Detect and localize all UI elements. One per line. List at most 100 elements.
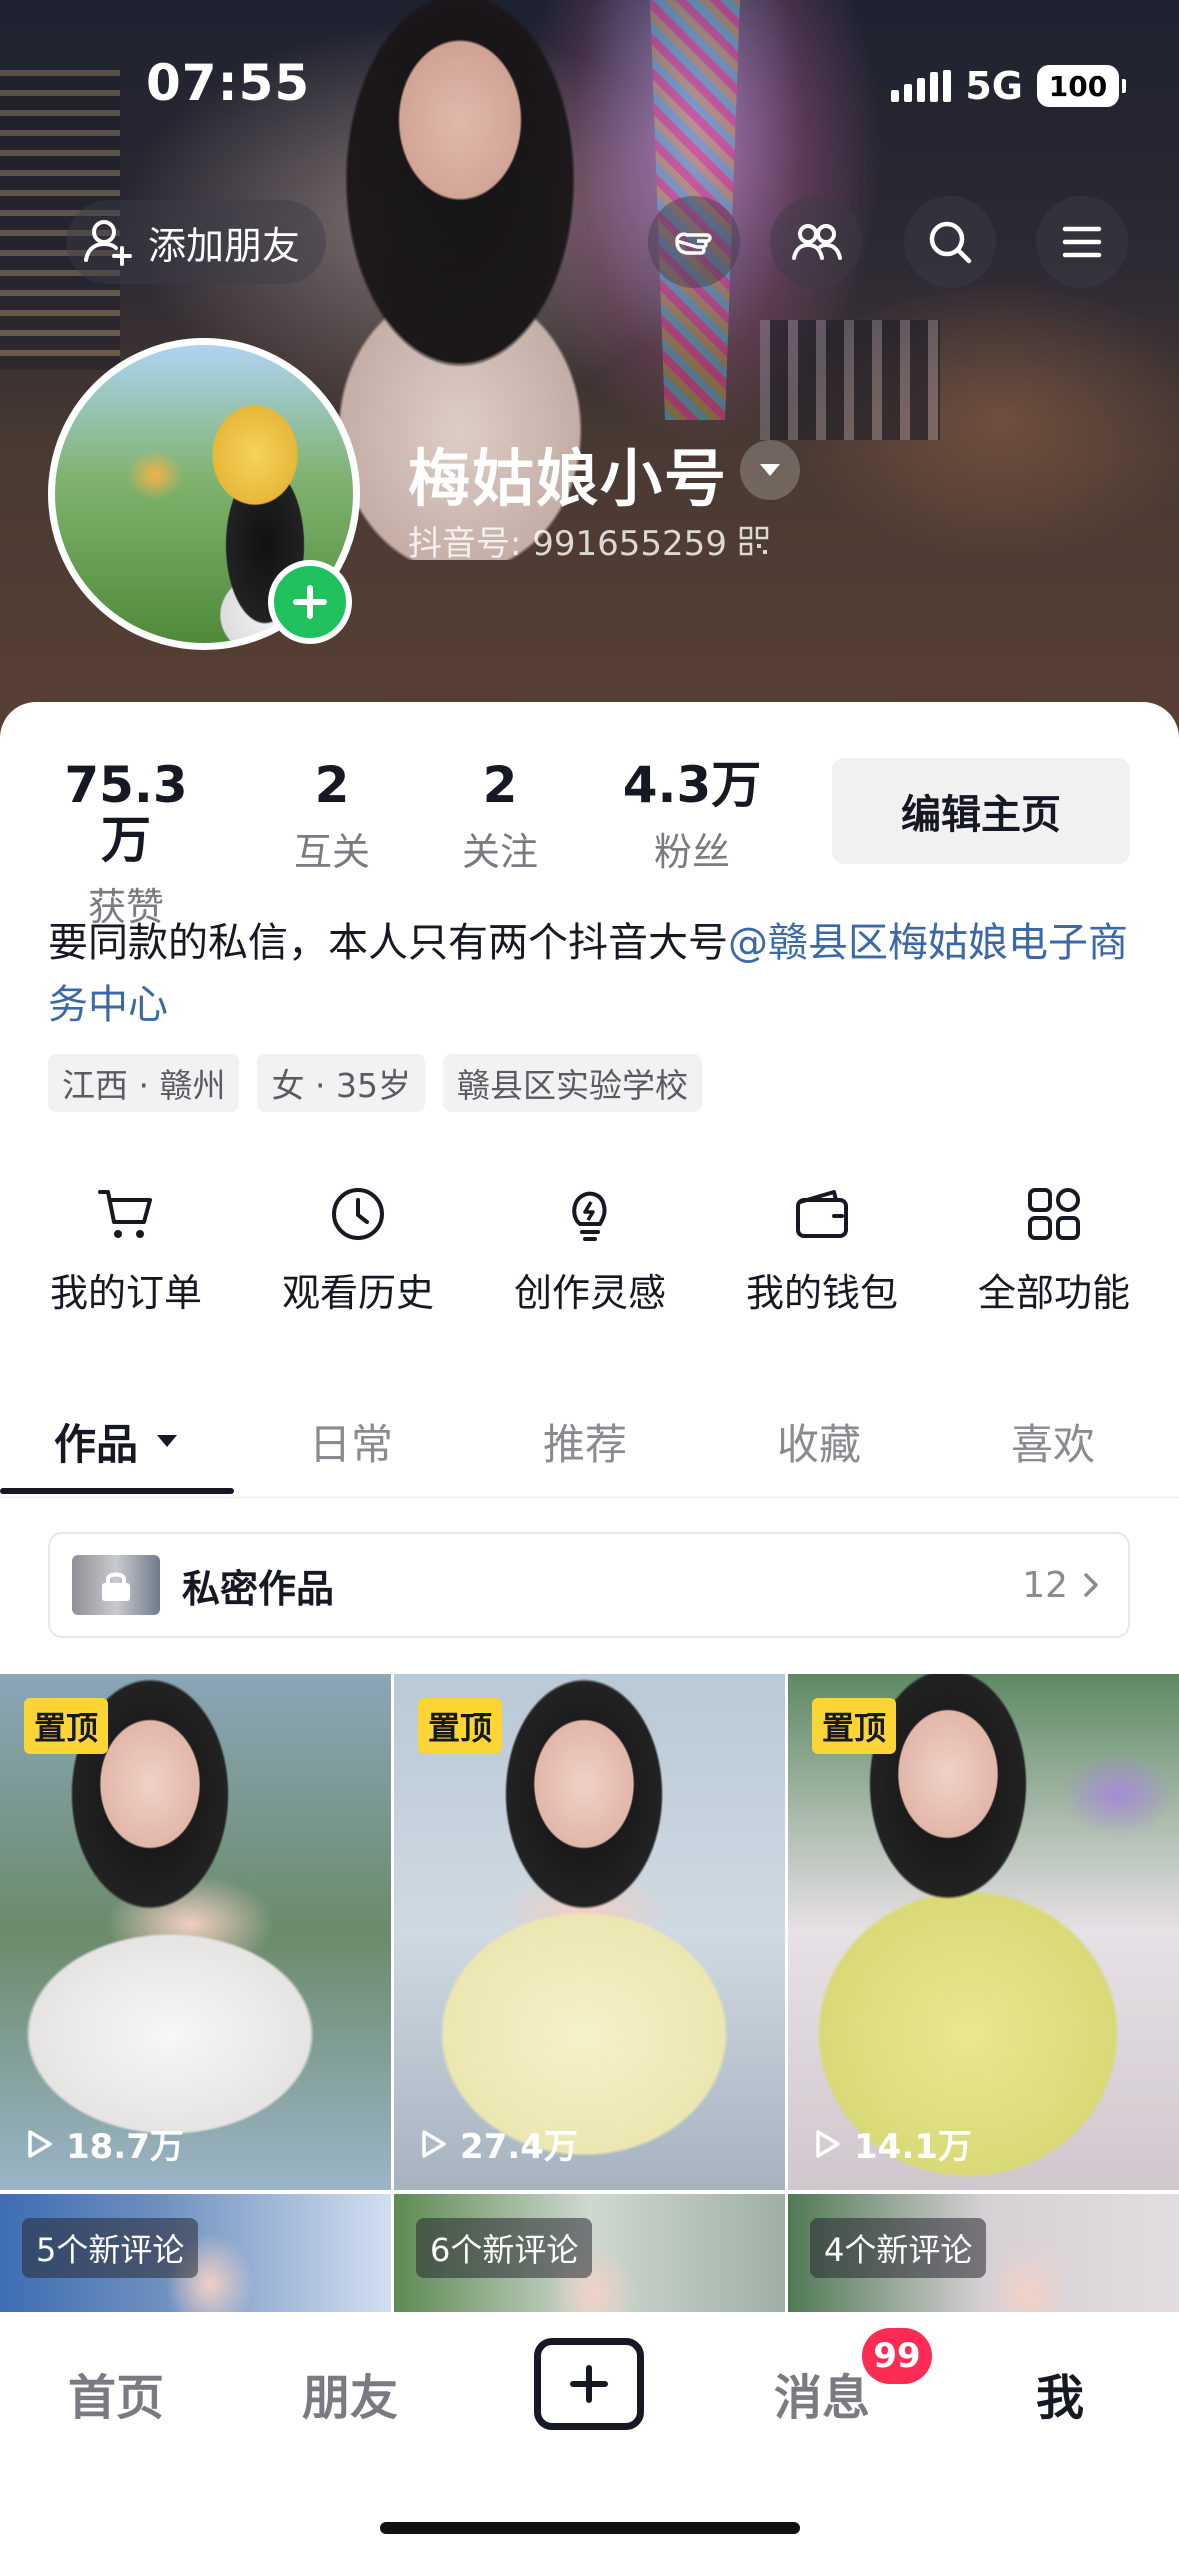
status-time: 07:55 [146, 54, 311, 112]
stat-following[interactable]: 2 关注 [440, 758, 560, 876]
cart-icon [98, 1190, 152, 1238]
network-type: 5G [965, 64, 1023, 108]
profile-bio: 要同款的私信，本人只有两个抖音大号@赣县区梅姑娘电子商务中心 [48, 912, 1138, 1036]
create-post-button[interactable] [534, 2338, 644, 2430]
profile-nickname: 梅姑娘小号 [408, 442, 729, 515]
douyin-id[interactable]: 抖音号: 991655259 [408, 516, 769, 565]
search-icon [929, 221, 972, 264]
profile-tags: 江西 · 赣州 女 · 35岁 赣县区实验学校 [48, 1054, 702, 1112]
stat-value: 2 [314, 756, 350, 814]
qr-code-icon [739, 526, 769, 555]
bio-text: 要同款的私信，本人只有两个抖音大号 [48, 920, 728, 966]
clock-icon [332, 1188, 384, 1240]
tool-my-wallet[interactable]: 我的钱包 [706, 1182, 938, 1317]
private-works-thumbnail [72, 1555, 160, 1615]
video-thumbnail[interactable]: 置顶 18.7万 [0, 1674, 391, 2190]
status-indicators: 5G 100 [891, 64, 1126, 108]
nav-friends[interactable]: 朋友 [302, 2358, 398, 2428]
video-thumbnail[interactable]: 6个新评论 [394, 2194, 785, 2314]
play-icon [28, 2129, 52, 2158]
video-thumbnail[interactable]: 5个新评论 [0, 2194, 391, 2314]
nav-home[interactable]: 首页 [68, 2358, 164, 2428]
chevron-right-icon [1084, 1573, 1098, 1597]
wallet-icon [796, 1190, 848, 1238]
tab-works[interactable]: 作品 [0, 1388, 234, 1494]
view-count: 14.1万 [810, 2119, 972, 2168]
stat-likes[interactable]: 75.3万 获赞 [46, 758, 206, 931]
cover-buildings [760, 320, 940, 440]
tag-gender-age: 女 · 35岁 [257, 1054, 425, 1112]
pinned-badge: 置顶 [812, 1698, 897, 1754]
stat-label: 粉丝 [653, 830, 730, 874]
quick-tools: 我的订单 观看历史 创作灵感 我的钱包 全部功能 [0, 1182, 1179, 1342]
tool-label: 创作灵感 [513, 1271, 666, 1315]
battery-icon: 100 [1037, 65, 1126, 107]
video-thumbnail[interactable]: 置顶 27.4万 [394, 1674, 785, 2190]
view-count: 27.4万 [416, 2119, 578, 2168]
hamburger-icon [1062, 226, 1102, 258]
tab-label: 作品 [53, 1419, 138, 1469]
tool-label: 全部功能 [977, 1271, 1130, 1315]
add-friend-label: 添加朋友 [148, 223, 301, 268]
new-comments-badge: 5个新评论 [22, 2218, 199, 2278]
tool-my-orders[interactable]: 我的订单 [10, 1182, 242, 1317]
nav-messages[interactable]: 消息 [774, 2358, 870, 2428]
signal-icon [891, 70, 952, 102]
video-thumbnail[interactable]: 4个新评论 [788, 2194, 1179, 2314]
stat-value: 2 [482, 756, 518, 814]
battery-level: 100 [1048, 69, 1108, 103]
avatar-add-button[interactable] [268, 560, 352, 644]
private-works-row[interactable]: 私密作品 12 [48, 1532, 1130, 1638]
hand-pointer-icon [675, 232, 712, 255]
content-tabs: 作品 日常 推荐 收藏 喜欢 [0, 1388, 1179, 1498]
menu-button[interactable] [1036, 196, 1128, 288]
tool-all-features[interactable]: 全部功能 [938, 1182, 1170, 1317]
stat-mutual[interactable]: 2 互关 [272, 758, 392, 876]
new-comments-badge: 4个新评论 [810, 2218, 987, 2278]
pinned-badge: 置顶 [24, 1698, 109, 1754]
tab-daily[interactable]: 日常 [234, 1388, 468, 1494]
tool-watch-history[interactable]: 观看历史 [242, 1182, 474, 1317]
view-count: 18.7万 [22, 2119, 184, 2168]
view-count-value: 18.7万 [66, 2127, 184, 2167]
stat-value: 75.3万 [64, 756, 188, 869]
stat-value: 4.3万 [622, 756, 762, 814]
people-icon [792, 224, 842, 260]
account-switch-button[interactable] [740, 440, 800, 500]
lock-icon [102, 1572, 130, 1601]
edit-profile-button[interactable]: 编辑主页 [832, 758, 1130, 864]
new-comments-badge: 6个新评论 [416, 2218, 593, 2278]
grid-icon [1028, 1188, 1080, 1240]
play-icon [422, 2129, 446, 2158]
lightbulb-icon [572, 1191, 607, 1241]
tab-recommended[interactable]: 推荐 [468, 1388, 702, 1494]
plus-icon [293, 585, 327, 619]
chevron-down-icon [760, 464, 780, 476]
tab-likes[interactable]: 喜欢 [936, 1388, 1170, 1494]
tag-location: 江西 · 赣州 [48, 1054, 240, 1112]
nav-me[interactable]: 我 [1036, 2358, 1084, 2428]
stats-row: 75.3万 获赞 2 互关 2 关注 4.3万 粉丝 [0, 758, 800, 930]
active-tab-indicator [0, 1488, 234, 1494]
tool-label: 我的钱包 [745, 1271, 898, 1315]
play-icon [816, 2129, 840, 2158]
plus-icon [570, 2365, 608, 2403]
profile-page: 07:55 5G 100 添加朋友 梅姑娘小号 抖音号: 991655259 7… [0, 0, 1179, 2556]
video-thumbnail[interactable]: 置顶 14.1万 [788, 1674, 1179, 2190]
messages-count-badge: 99 [862, 2328, 932, 2384]
add-user-icon [84, 220, 132, 266]
douyin-id-text: 抖音号: 991655259 [408, 524, 727, 564]
stat-followers[interactable]: 4.3万 粉丝 [612, 758, 772, 876]
tab-favorites[interactable]: 收藏 [702, 1388, 936, 1494]
stat-label: 关注 [461, 830, 538, 874]
tag-school: 赣县区实验学校 [442, 1054, 702, 1112]
tool-creative-ideas[interactable]: 创作灵感 [474, 1182, 706, 1317]
friends-list-button[interactable] [770, 196, 862, 288]
stat-label: 互关 [293, 830, 370, 874]
view-count-value: 14.1万 [854, 2127, 972, 2167]
pinned-badge: 置顶 [418, 1698, 503, 1754]
search-button[interactable] [904, 196, 996, 288]
add-friend-button[interactable]: 添加朋友 [66, 200, 327, 284]
like-gesture-button[interactable] [648, 196, 740, 288]
home-indicator [380, 2522, 800, 2534]
